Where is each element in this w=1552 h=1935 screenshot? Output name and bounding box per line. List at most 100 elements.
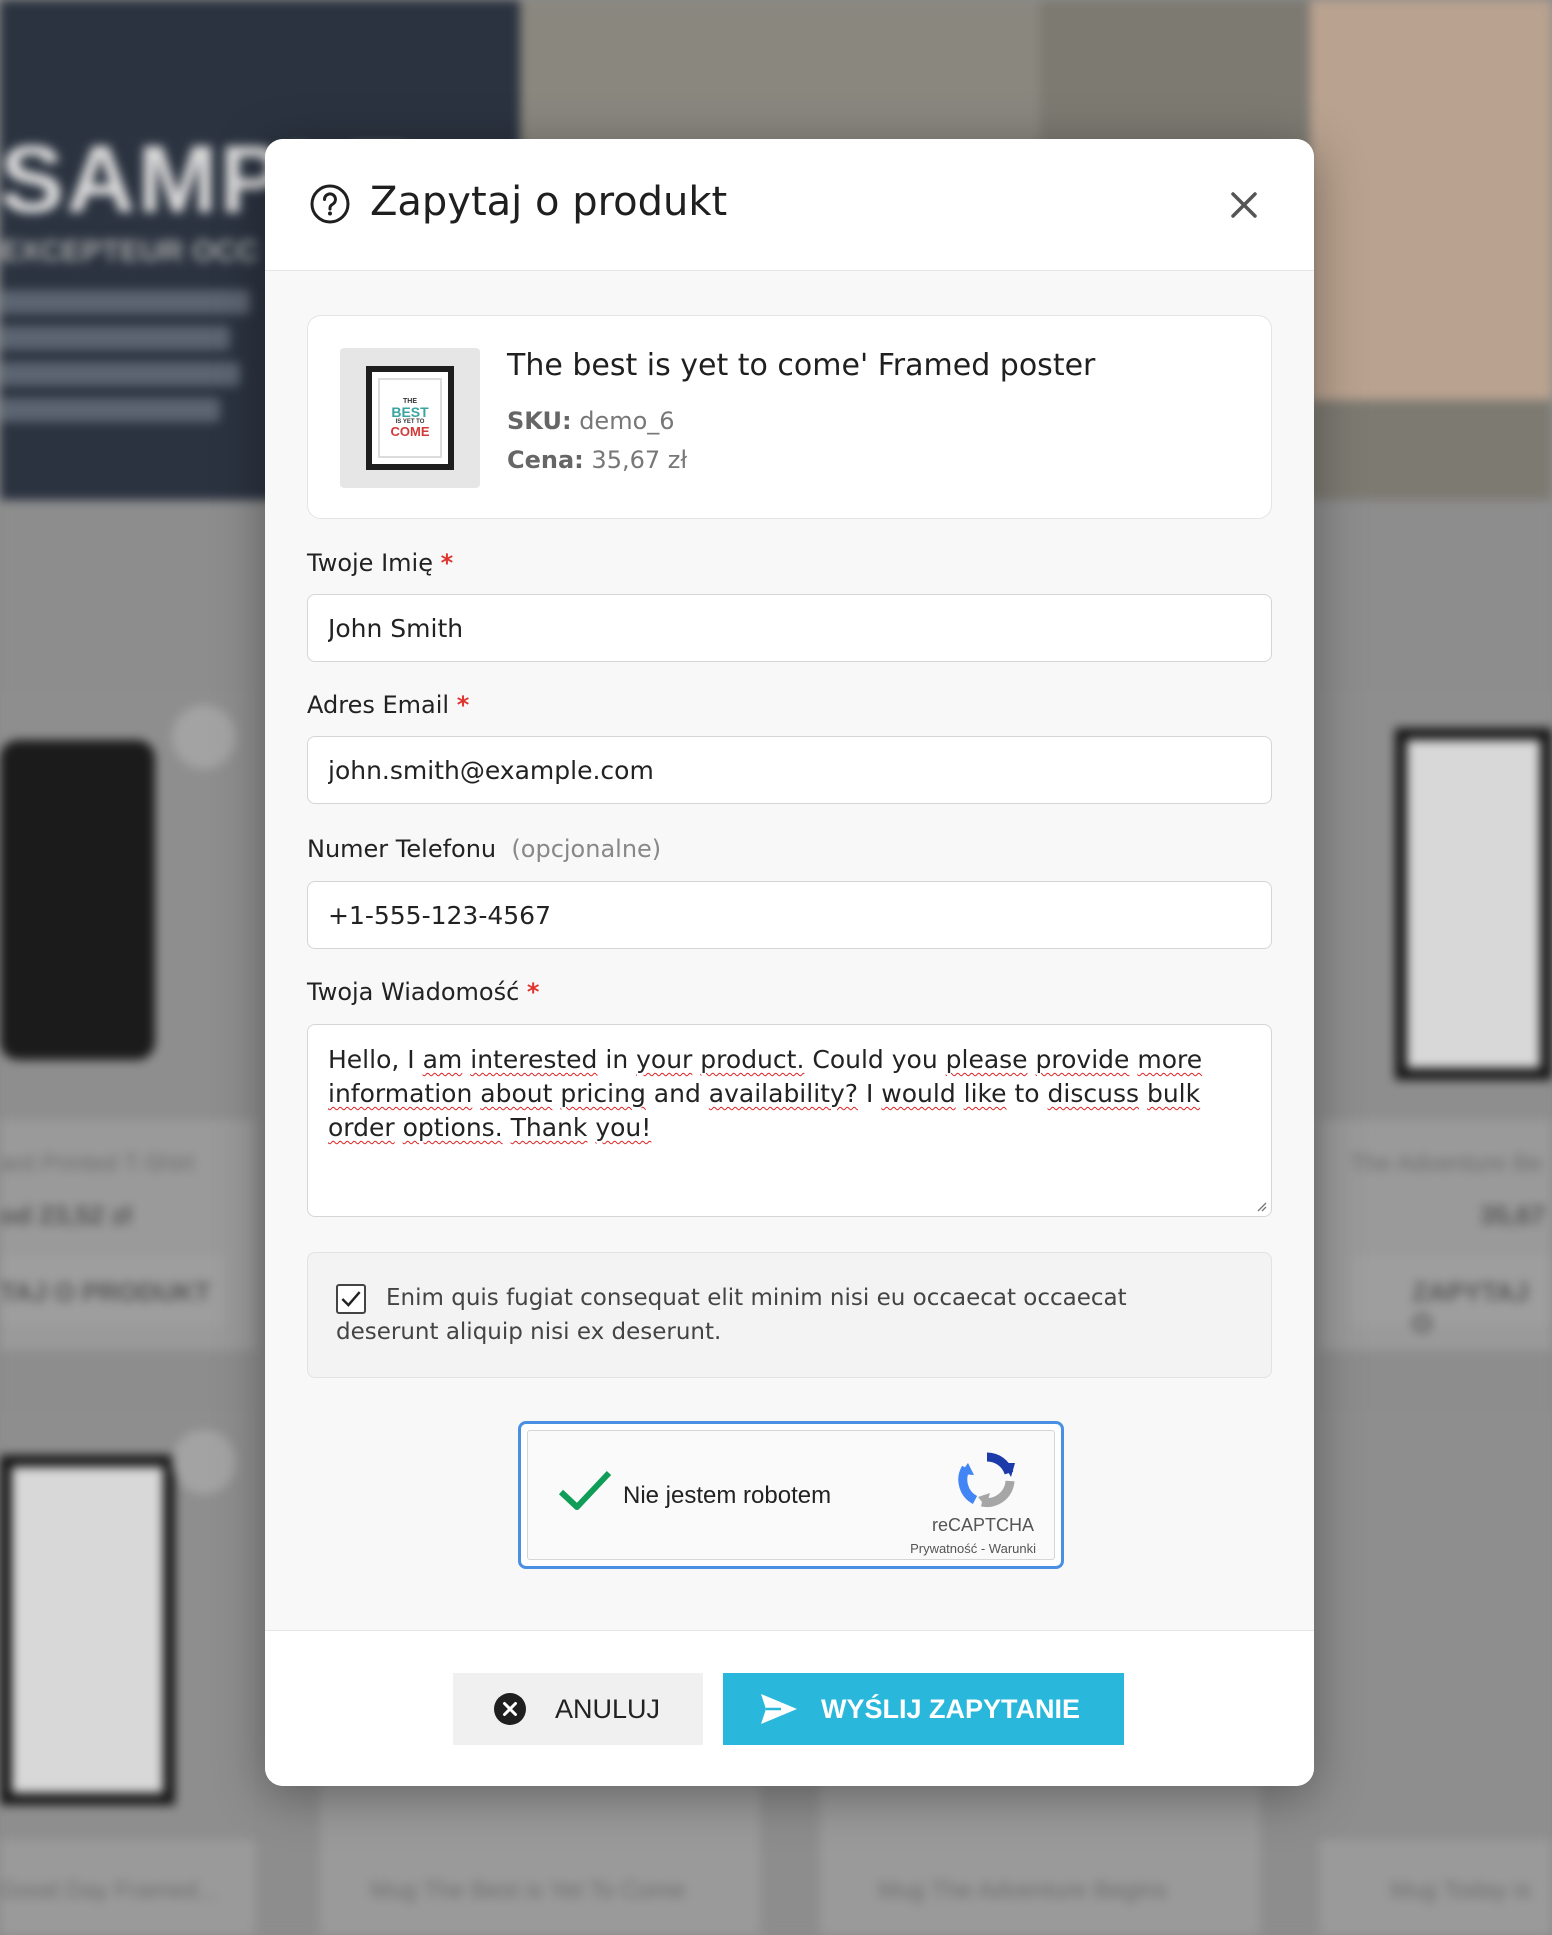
recaptcha-links[interactable]: Prywatność - Warunki xyxy=(910,1541,1036,1556)
product-thumbnail: THE BEST IS YET TO COME xyxy=(340,348,480,488)
checkmark-icon xyxy=(341,1291,361,1307)
recaptcha-logo-icon xyxy=(958,1452,1015,1508)
message-word: Hello, xyxy=(328,1045,400,1074)
modal-footer: ANULUJ WYŚLIJ ZAPYTANIE xyxy=(265,1630,1314,1786)
recaptcha-box[interactable]: Nie jestem robotem reCAPTCHA Prywatność … xyxy=(527,1430,1055,1560)
card-title: Mug The Best is Yet To Come xyxy=(370,1877,686,1904)
email-label-text: Adres Email xyxy=(307,691,450,719)
recaptcha-brand: reCAPTCHA xyxy=(931,1515,1034,1535)
resize-grip-icon[interactable] xyxy=(1255,1200,1267,1212)
message-textarea[interactable]: Hello, I am interested in your product. … xyxy=(307,1024,1272,1217)
message-word: your xyxy=(636,1045,693,1074)
product-summary-card: THE BEST IS YET TO COME The best is yet … xyxy=(307,315,1272,519)
cancel-button-label: ANULUJ xyxy=(555,1693,661,1724)
hero-subtitle: EXCEPTEUR OCC xyxy=(0,235,259,268)
card-price: od 23,52 zł xyxy=(0,1200,132,1230)
message-word: order xyxy=(328,1113,395,1142)
card-inquiry-label: TAJ O PRODUKT xyxy=(0,1277,211,1307)
poster-image xyxy=(0,1455,175,1805)
optional-marker: (opcjonalne) xyxy=(511,835,662,863)
poster-text: BEST xyxy=(391,404,429,420)
sku-label: SKU: xyxy=(507,407,572,435)
consent-text: Enim quis fugiat consequat elit minim ni… xyxy=(336,1285,1127,1345)
message-word: you! xyxy=(595,1113,652,1142)
message-label: Twoja Wiadomość * xyxy=(307,978,539,1006)
card-inquiry-label: ZAPYTAJ O xyxy=(1412,1277,1529,1338)
consent-checkbox[interactable] xyxy=(336,1284,366,1314)
message-word: provide xyxy=(1035,1045,1130,1074)
message-word: discuss xyxy=(1047,1079,1140,1108)
poster-art: THE BEST IS YET TO COME xyxy=(378,378,442,458)
recaptcha-label: Nie jestem robotem xyxy=(623,1482,832,1509)
message-word: like xyxy=(963,1079,1007,1108)
product-card-bg xyxy=(1320,1410,1552,1935)
product-card-bg xyxy=(320,1780,760,1935)
message-word: interested xyxy=(470,1045,598,1074)
phone-label-text: Numer Telefonu xyxy=(307,835,497,863)
message-word: would xyxy=(881,1079,956,1108)
message-word: Thank xyxy=(510,1113,588,1142)
message-word: and xyxy=(653,1079,701,1108)
name-label-text: Twoje Imię xyxy=(307,549,433,577)
close-icon[interactable] xyxy=(1224,185,1264,225)
message-word: to xyxy=(1014,1079,1040,1108)
message-word: please xyxy=(945,1045,1028,1074)
cancel-button[interactable]: ANULUJ xyxy=(453,1673,703,1745)
submit-button-label: WYŚLIJ ZAPYTANIE xyxy=(821,1693,1081,1724)
required-marker: * xyxy=(440,549,454,577)
cancel-circle-icon xyxy=(494,1693,526,1725)
modal-title: Zapytaj o produkt xyxy=(370,179,728,225)
card-price: 35,67 xyxy=(1480,1200,1546,1230)
wishlist-heart-icon[interactable] xyxy=(172,1430,236,1494)
required-marker: * xyxy=(526,978,540,1006)
card-title: Mug Today is xyxy=(1390,1877,1531,1904)
product-price: Cena: 35,67 zł xyxy=(507,446,687,474)
product-sku: SKU: demo_6 xyxy=(507,407,675,435)
message-label-text: Twoja Wiadomość xyxy=(307,978,520,1006)
message-word: Could xyxy=(812,1045,884,1074)
product-name: The best is yet to come' Framed poster xyxy=(507,348,1096,383)
name-label: Twoje Imię * xyxy=(307,549,453,577)
card-title: The Adventure Be xyxy=(1350,1150,1543,1177)
email-input[interactable] xyxy=(307,736,1272,804)
price-value: 35,67 zł xyxy=(591,446,688,474)
consent-box: Enim quis fugiat consequat elit minim ni… xyxy=(307,1252,1272,1378)
message-word: information xyxy=(328,1079,473,1108)
submit-inquiry-button[interactable]: WYŚLIJ ZAPYTANIE xyxy=(723,1673,1124,1745)
hero-map-image xyxy=(1310,0,1552,400)
message-word: product. xyxy=(700,1045,805,1074)
phone-input[interactable] xyxy=(307,881,1272,949)
tshirt-image xyxy=(0,740,155,1060)
hero-paragraph xyxy=(0,290,260,434)
message-text: Hello, I am interested in your product. … xyxy=(328,1043,1251,1145)
card-title: Mug The Adventure Begins xyxy=(878,1877,1168,1904)
recaptcha-checkmark-icon[interactable] xyxy=(558,1469,612,1513)
send-icon xyxy=(761,1694,797,1724)
name-input[interactable] xyxy=(307,594,1272,662)
message-word: bulk xyxy=(1146,1079,1201,1108)
message-word: pricing xyxy=(560,1079,646,1108)
wishlist-heart-icon[interactable] xyxy=(172,705,236,769)
modal-header: Zapytaj o produkt xyxy=(265,139,1314,271)
card-title: Good Day Framed... xyxy=(0,1877,218,1904)
recaptcha-widget: Nie jestem robotem reCAPTCHA Prywatność … xyxy=(518,1421,1064,1569)
price-label: Cena: xyxy=(507,446,584,474)
poster-text: COME xyxy=(390,424,430,439)
message-word: options. xyxy=(402,1113,503,1142)
product-inquiry-modal: Zapytaj o produkt THE BEST IS YET TO COM… xyxy=(265,139,1314,1786)
message-word: I xyxy=(865,1079,874,1108)
help-circle-icon xyxy=(310,184,350,224)
poster-frame: THE BEST IS YET TO COME xyxy=(366,366,454,470)
email-label: Adres Email * xyxy=(307,691,469,719)
message-word: in xyxy=(605,1045,629,1074)
card-title: ard Printed T-Shirt xyxy=(0,1150,195,1177)
message-word: am xyxy=(422,1045,463,1074)
message-word: you xyxy=(891,1045,938,1074)
phone-label: Numer Telefonu (opcjonalne) xyxy=(307,835,661,863)
sku-value: demo_6 xyxy=(579,407,675,435)
required-marker: * xyxy=(456,691,470,719)
poster-image xyxy=(1395,728,1552,1080)
message-word: about xyxy=(480,1079,553,1108)
message-word: more xyxy=(1137,1045,1203,1074)
message-word: I xyxy=(407,1045,415,1074)
